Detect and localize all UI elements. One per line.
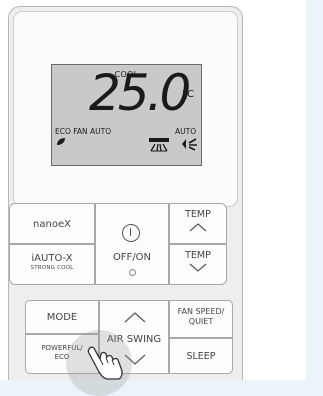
chevron-up-icon: [124, 312, 146, 323]
mode-button[interactable]: MODE: [25, 300, 99, 334]
leaf-icon: [57, 138, 65, 145]
fan-speed-quiet-button[interactable]: FAN SPEED/ QUIET: [169, 300, 233, 338]
louver-icon: [149, 138, 169, 152]
nanoe-x-label: nanoeX: [33, 219, 71, 230]
sleep-button[interactable]: SLEEP: [169, 338, 233, 374]
temperature-value: 25.0: [89, 64, 191, 122]
temp-down-label: TEMP: [185, 250, 211, 261]
chevron-up-icon: [189, 223, 207, 232]
strong-cool-label: STRONG COOL: [30, 265, 74, 271]
fan-speed-auto-label: AUTO: [175, 127, 197, 136]
lcd-display: COOL 25.0 °C ECO FAN AUTO AUTO: [51, 64, 202, 166]
iauto-x-button[interactable]: iAUTO-X STRONG COOL: [9, 244, 95, 285]
eco-fan-auto-label: ECO FAN AUTO: [55, 127, 112, 136]
fan-speed-label: FAN SPEED/: [177, 307, 225, 316]
temp-up-label: TEMP: [185, 209, 211, 220]
sleep-label: SLEEP: [186, 351, 216, 362]
power-label: OFF/ON: [112, 252, 152, 263]
power-button[interactable]: OFF/ON: [95, 203, 169, 285]
power-icon: [122, 224, 140, 242]
mode-label: MODE: [46, 312, 78, 323]
pointing-hand-icon: [87, 346, 123, 380]
power-indicator-led: [129, 269, 136, 276]
temp-down-button[interactable]: TEMP: [169, 244, 227, 285]
iauto-x-label: iAUTO-X: [31, 253, 73, 264]
fan-speed-icon: [182, 138, 197, 151]
temperature-unit: °C: [182, 89, 194, 100]
chevron-down-icon: [189, 263, 207, 272]
nanoe-x-button[interactable]: nanoeX: [9, 203, 95, 244]
quiet-label: QUIET: [188, 317, 214, 326]
temp-up-button[interactable]: TEMP: [169, 203, 227, 244]
